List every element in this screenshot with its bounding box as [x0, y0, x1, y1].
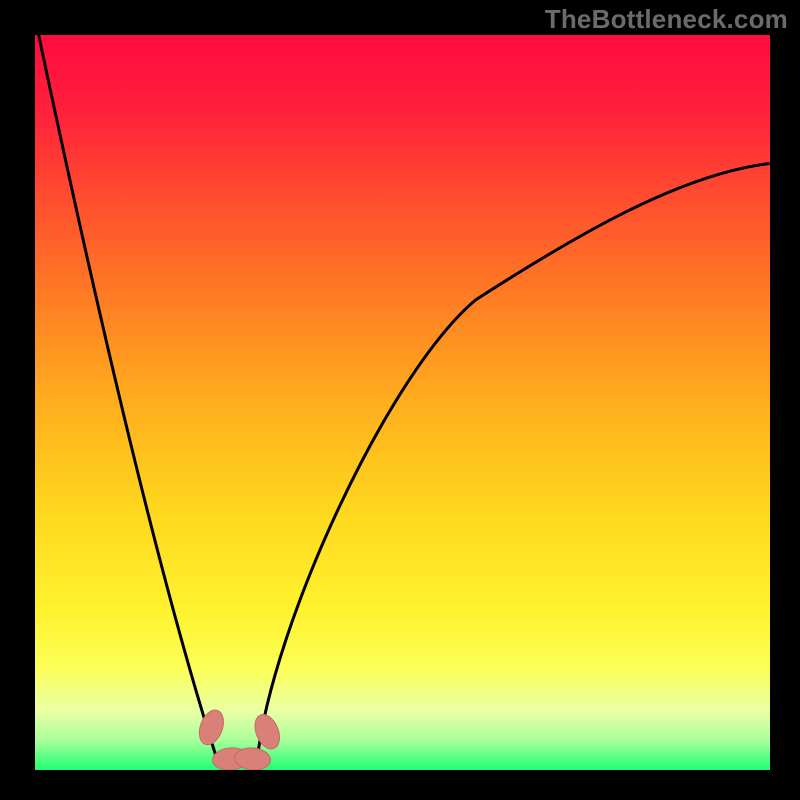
- chart-frame: TheBottleneck.com: [0, 0, 800, 800]
- plot-canvas: [35, 35, 770, 770]
- gradient-background: [35, 35, 770, 770]
- watermark-text: TheBottleneck.com: [545, 4, 788, 35]
